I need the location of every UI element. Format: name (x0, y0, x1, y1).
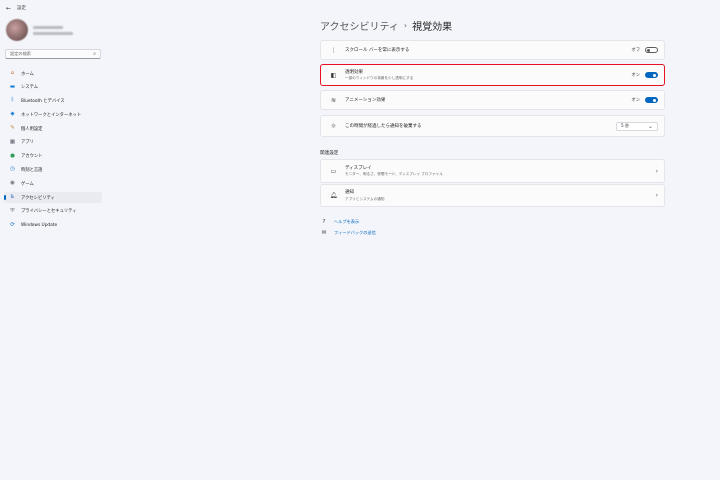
setting-title: この時間が経過したら通知を破棄する (345, 124, 422, 129)
notification-timer-icon: ☼ (330, 122, 337, 130)
sidebar-item-account[interactable]: ● アカウント (4, 151, 102, 162)
animation-icon: ≋ (330, 96, 337, 104)
sidebar-item-label: 時刻と言語 (21, 168, 43, 174)
related-display[interactable]: ▭ ディスプレイ モニター、明るさ、夜間モード、ディスプレイ プロファイル › (320, 159, 665, 183)
account-icon: ● (10, 152, 15, 159)
window-title: 設定 (17, 6, 27, 11)
help-link[interactable]: ? ヘルプを表示 (320, 219, 360, 225)
feedback-link-label[interactable]: フィードバックの送信 (334, 230, 376, 236)
transparency-toggle[interactable] (645, 71, 658, 79)
sidebar-item-label: アカウント (21, 154, 43, 160)
feedback-link[interactable]: ✉ フィードバックの送信 (320, 230, 376, 236)
toggle-state-label: オフ (631, 48, 640, 53)
sidebar-item-label: プライバシーとセキュリティ (21, 209, 77, 215)
sidebar-item-label: Bluetooth とデバイス (21, 99, 65, 105)
sidebar-item-gaming[interactable]: ◉ ゲーム (4, 178, 102, 189)
feedback-icon: ✉ (321, 230, 327, 236)
system-icon: ▬ (9, 83, 16, 90)
gaming-icon: ◉ (10, 180, 15, 187)
search-input[interactable]: 設定の検索 ⌕ (5, 49, 101, 59)
sidebar-item-label: システム (21, 85, 39, 91)
setting-transparency: ◧ 透明効果 一部のウィンドウの背景を少し透明にする オン (320, 64, 665, 86)
sidebar-item-label: 個人用設定 (21, 126, 43, 132)
setting-scrollbars: ⋮ スクロール バーを常に表示する オフ (320, 40, 665, 60)
chevron-down-icon: ⌄ (647, 122, 653, 130)
search-icon[interactable]: ⌕ (93, 51, 96, 57)
sidebar: 設定の検索 ⌕ ⌂ ホーム ▬ システム ᛒ Bluetooth とデバイス ◆ ネットワーク… (0, 16, 110, 480)
sidebar-item-windows-update[interactable]: ⟳ Windows Update (4, 220, 102, 231)
setting-title: スクロール バーを常に表示する (345, 48, 410, 53)
search-placeholder: 設定の検索 (10, 51, 31, 56)
user-profile[interactable] (6, 19, 73, 41)
related-title: 通知 (345, 190, 354, 196)
sidebar-item-system[interactable]: ▬ システム (4, 82, 102, 93)
sidebar-item-label: アプリ (21, 140, 34, 146)
setting-subtitle: 一部のウィンドウの背景を少し透明にする (345, 76, 414, 81)
blurred-user-info (33, 25, 73, 35)
privacy-shield-icon: ⛨ (10, 207, 15, 214)
sidebar-item-bluetooth[interactable]: ᛒ Bluetooth とデバイス (4, 96, 102, 107)
related-subtitle: モニター、明るさ、夜間モード、ディスプレイ プロファイル (345, 172, 443, 177)
sidebar-item-accessibility[interactable]: ♿ アクセシビリティ (4, 192, 102, 204)
setting-animation: ≋ アニメーション効果 オン (320, 90, 665, 110)
dropdown-value: 5 秒 (621, 123, 630, 128)
display-icon: ▭ (330, 167, 337, 175)
sidebar-item-home[interactable]: ⌂ ホーム (4, 68, 102, 79)
setting-notification-timeout: ☼ この時間が経過したら通知を破棄する 5 秒 ⌄ (320, 115, 665, 137)
page-title: 視覚効果 (412, 22, 453, 33)
help-link-label[interactable]: ヘルプを表示 (334, 219, 359, 225)
sidebar-item-label: ネットワークとインターネット (21, 112, 82, 118)
avatar (6, 19, 28, 41)
accessibility-icon: ♿ (10, 193, 15, 200)
back-arrow-icon[interactable]: ← (6, 5, 11, 12)
related-notifications[interactable]: 🔔︎ 通知 アプリとシステムの通知 › (320, 184, 665, 207)
related-settings-heading: 関連設定 (320, 151, 339, 156)
breadcrumb: アクセシビリティ › 視覚効果 (320, 18, 452, 33)
notification-bell-icon: 🔔︎ (329, 192, 338, 199)
related-subtitle: アプリとシステムの通知 (345, 196, 385, 201)
sidebar-item-label: ホーム (21, 71, 34, 77)
windows-update-icon: ⟳ (10, 221, 15, 228)
breadcrumb-parent[interactable]: アクセシビリティ (320, 18, 399, 33)
sidebar-item-label: アクセシビリティ (21, 195, 55, 201)
time-language-icon: ◷ (10, 166, 15, 173)
toggle-state-label: オン (631, 98, 640, 103)
transparency-icon: ◧ (330, 71, 337, 79)
personalization-icon: ✎ (10, 124, 15, 131)
sidebar-item-label: Windows Update (21, 222, 58, 228)
scrollbar-icon: ⋮ (330, 46, 337, 54)
chevron-right-icon: › (655, 167, 658, 175)
sidebar-item-time-language[interactable]: ◷ 時刻と言語 (4, 165, 102, 176)
bluetooth-icon: ᛒ (10, 97, 15, 104)
toggle-state-label: オン (631, 73, 640, 78)
chevron-right-icon: › (655, 192, 658, 199)
title-bar: ← 設定 (0, 0, 720, 16)
animation-toggle[interactable] (645, 96, 658, 104)
timeout-dropdown[interactable]: 5 秒 ⌄ (616, 121, 658, 131)
sidebar-item-network[interactable]: ◆ ネットワークとインターネット (4, 109, 102, 120)
breadcrumb-separator: › (403, 21, 408, 30)
home-icon: ⌂ (10, 69, 15, 76)
scrollbar-toggle[interactable] (645, 46, 658, 54)
sidebar-nav: ⌂ ホーム ▬ システム ᛒ Bluetooth とデバイス ◆ ネットワークとインターネット… (4, 68, 102, 234)
sidebar-item-apps[interactable]: ▦ アプリ (4, 137, 102, 148)
sidebar-item-privacy-shield[interactable]: ⛨ プライバシーとセキュリティ (4, 206, 102, 217)
related-title: ディスプレイ (345, 165, 372, 171)
setting-title: 透明効果 (345, 69, 363, 75)
sidebar-item-personalization[interactable]: ✎ 個人用設定 (4, 123, 102, 134)
setting-title: アニメーション効果 (345, 98, 386, 103)
help-icon: ? (322, 219, 326, 225)
apps-icon: ▦ (9, 138, 16, 145)
sidebar-item-label: ゲーム (21, 181, 34, 187)
network-icon: ◆ (10, 111, 15, 118)
